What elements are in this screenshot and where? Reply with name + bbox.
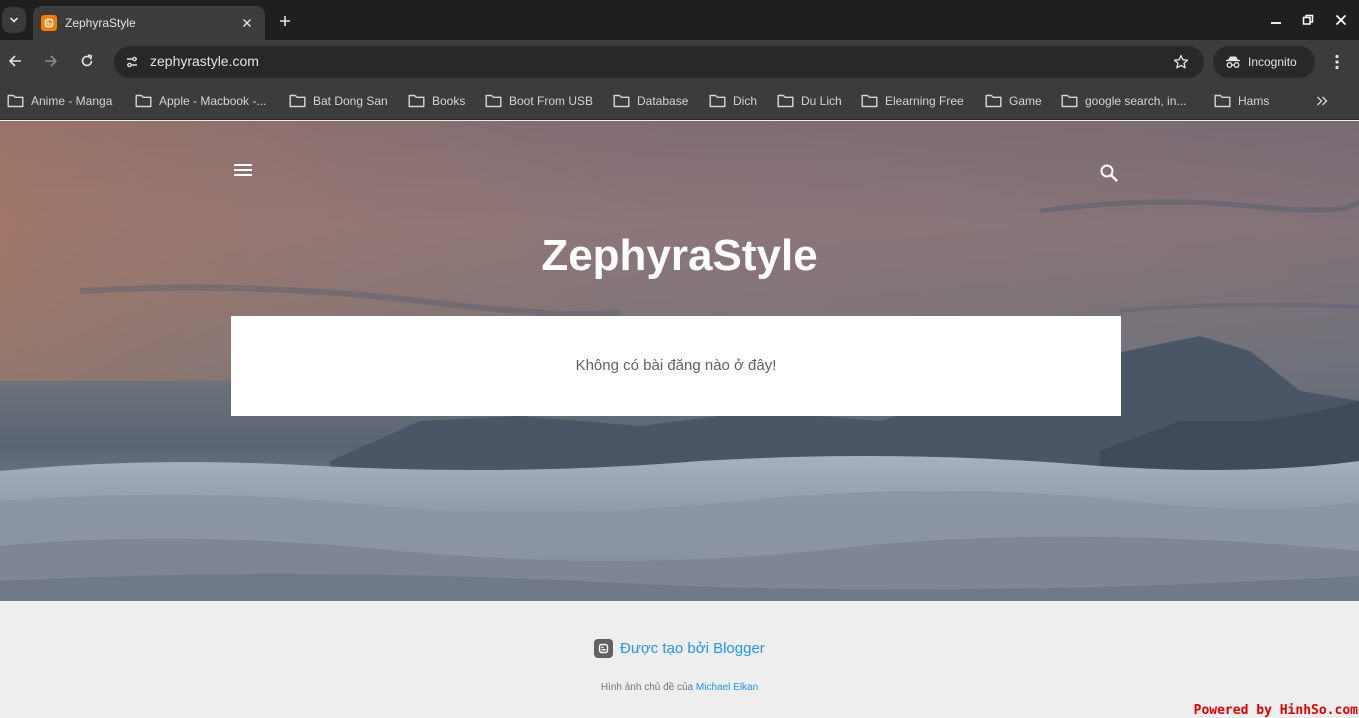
reload-icon: [81, 54, 93, 67]
bookmark-label: Anime - Manga: [31, 94, 113, 108]
bookmark-label: Hams: [1238, 94, 1270, 108]
tab-zephyrastyle[interactable]: ZephyraStyle: [33, 6, 265, 40]
bookmark-label: Bat Dong San: [313, 94, 388, 108]
tab-title: ZephyraStyle: [65, 16, 136, 30]
tab-strip: ZephyraStyle: [0, 0, 1359, 40]
plus-icon: [280, 16, 290, 26]
minimize-icon: [1271, 22, 1281, 24]
tab-close-button[interactable]: [239, 15, 255, 31]
bookmark-folder[interactable]: Elearning Free: [861, 92, 964, 110]
bookmark-folder[interactable]: Anime - Manga: [7, 92, 112, 110]
folder-icon: [1214, 94, 1231, 108]
star-icon: [1173, 54, 1189, 69]
browser-menu-button[interactable]: [1327, 52, 1347, 72]
bookmark-folder[interactable]: Game: [985, 92, 1042, 110]
folder-icon: [985, 94, 1002, 108]
back-button[interactable]: [4, 50, 26, 72]
site-title[interactable]: ZephyraStyle: [0, 231, 1359, 281]
search-button[interactable]: [1097, 161, 1121, 185]
search-icon: [1100, 164, 1118, 182]
bookmark-folder[interactable]: Bat Dong San: [289, 92, 388, 110]
folder-icon: [485, 94, 502, 108]
attribution-prefix: Hình ảnh chủ đề của: [600, 682, 694, 693]
restore-button[interactable]: [1298, 10, 1318, 30]
posts-container: Không có bài đăng nào ở đây!: [231, 316, 1121, 416]
new-tab-button[interactable]: [275, 11, 295, 31]
address-bar[interactable]: zephyrastyle.com: [114, 46, 1204, 78]
incognito-icon: [1226, 56, 1240, 68]
bookmark-label: Boot From USB: [509, 94, 594, 108]
watermark-text: Powered by HinhSo.com: [1193, 703, 1358, 718]
bookmark-folder[interactable]: google search, in...: [1061, 92, 1186, 110]
bookmark-label: Database: [637, 94, 689, 108]
bookmark-folder[interactable]: Database: [613, 92, 688, 110]
tab-search-button[interactable]: [2, 7, 26, 33]
folder-icon: [861, 94, 878, 108]
minimize-button[interactable]: [1266, 10, 1286, 30]
tune-icon: [127, 56, 137, 68]
folder-icon: [408, 94, 425, 108]
incognito-label: Incognito: [1248, 55, 1297, 69]
blog-footer: Được tạo bởi Blogger Hình ảnh chủ đề của…: [0, 601, 1359, 718]
more-vert-icon: [1335, 54, 1339, 70]
bookmark-label: Dich: [733, 94, 758, 108]
blogger-logo-icon: [594, 639, 613, 658]
folder-icon: [613, 94, 630, 108]
powered-by-text[interactable]: Được tạo bởi Blogger: [620, 640, 765, 657]
incognito-indicator[interactable]: Incognito: [1213, 46, 1315, 78]
browser-toolbar: zephyrastyle.com Incognito: [0, 40, 1359, 81]
folder-icon: [709, 94, 726, 108]
arrow-left-icon: [8, 55, 21, 67]
bookmark-label: Apple - Macbook -...: [159, 94, 267, 108]
chevron-down-icon: [9, 17, 19, 23]
bookmark-label: Elearning Free: [885, 94, 964, 108]
bookmark-label: Du Lich: [801, 94, 842, 108]
hero-background-image: ZephyraStyle Không có bài đăng nào ở đây…: [0, 121, 1359, 601]
bookmark-folder[interactable]: Books: [408, 92, 465, 110]
folder-icon: [777, 94, 794, 108]
reload-button[interactable]: [76, 50, 98, 72]
bookmark-folder[interactable]: Apple - Macbook -...: [135, 92, 266, 110]
theme-attribution: Hình ảnh chủ đề của Michael Elkan: [0, 682, 1359, 693]
bookmark-label: google search, in...: [1085, 94, 1187, 108]
folder-icon: [7, 94, 24, 108]
empty-posts-message: Không có bài đăng nào ở đây!: [575, 357, 777, 374]
attribution-author-link[interactable]: Michael Elkan: [696, 682, 758, 693]
hamburger-menu-icon: [234, 164, 252, 176]
powered-by-blogger-link[interactable]: Được tạo bởi Blogger: [594, 639, 765, 658]
bookmark-label: Books: [432, 94, 466, 108]
blogger-favicon-icon: [41, 15, 57, 31]
menu-button[interactable]: [232, 161, 254, 179]
forward-button[interactable]: [40, 50, 62, 72]
double-chevron-right-icon: [1317, 96, 1328, 106]
bookmark-folder[interactable]: Hams: [1214, 92, 1269, 110]
bookmarks-bar: Anime - Manga Apple - Macbook -... Bat D…: [0, 81, 1359, 120]
close-icon: [1335, 14, 1347, 26]
bookmark-folder[interactable]: Boot From USB: [485, 92, 593, 110]
bookmark-star-button[interactable]: [1172, 53, 1190, 71]
bookmarks-overflow-button[interactable]: [1313, 92, 1331, 110]
url-text[interactable]: zephyrastyle.com: [150, 53, 259, 69]
bookmark-folder[interactable]: Dich: [709, 92, 757, 110]
bookmark-label: Game: [1009, 94, 1042, 108]
restore-icon: [1302, 14, 1314, 25]
arrow-right-icon: [45, 55, 58, 67]
site-info-button[interactable]: [121, 51, 143, 73]
close-icon: [243, 19, 251, 27]
folder-icon: [289, 94, 306, 108]
bookmark-folder[interactable]: Du Lich: [777, 92, 842, 110]
folder-icon: [1061, 94, 1078, 108]
folder-icon: [135, 94, 152, 108]
close-window-button[interactable]: [1331, 10, 1351, 30]
